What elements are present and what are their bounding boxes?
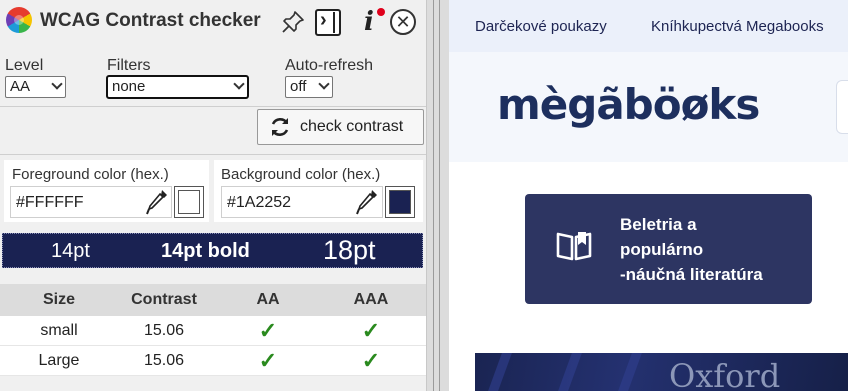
header-size: Size (42, 291, 75, 308)
filters-label: Filters (107, 57, 151, 74)
row-size: small (40, 321, 78, 339)
category-line-3: -náučná literatúra (620, 265, 763, 284)
sidebar-toggle-icon[interactable] (314, 8, 342, 36)
level-select[interactable]: AA (5, 76, 66, 98)
refresh-icon (271, 118, 289, 136)
autorefresh-select-value: off (290, 78, 307, 95)
top-navigation: Darčekové poukazy Kníhkupectvá Megabooks (449, 0, 848, 52)
color-wheel-logo-icon (6, 7, 32, 33)
background-eyedropper-icon[interactable] (355, 188, 379, 216)
category-line-1: Beletria a (620, 215, 697, 234)
pass-check-icon: ✓ (258, 317, 278, 343)
chevron-down-icon (51, 78, 63, 90)
contrast-checker-panel: WCAG Contrast checker i ✕ Level AA Filte… (0, 0, 427, 391)
panel-title: WCAG Contrast checker (40, 10, 261, 31)
contrast-preview: 14pt 14pt bold 18pt (2, 233, 423, 268)
table-row: small 15.06 ✓ ✓ (0, 316, 426, 346)
pass-check-icon: ✓ (258, 347, 278, 373)
header-aaa: AAA (353, 291, 389, 308)
filters-select[interactable]: none (106, 75, 249, 99)
row-size: Large (38, 351, 80, 369)
check-contrast-label: check contrast (300, 118, 404, 135)
check-contrast-button[interactable]: check contrast (257, 109, 424, 145)
row-contrast: 15.06 (143, 351, 185, 369)
notification-dot (377, 8, 385, 16)
table-header: Size Contrast AA AAA (0, 284, 426, 316)
open-book-icon (556, 232, 592, 261)
panel-header: WCAG Contrast checker i ✕ (0, 0, 426, 44)
level-label: Level (5, 57, 44, 74)
category-line-2: populárno (620, 240, 704, 259)
filters-select-value: none (112, 78, 146, 95)
table-row: Large 15.06 ✓ ✓ (0, 346, 426, 376)
category-card[interactable]: Beletria a populárno -náučná literatúra (525, 194, 812, 304)
nav-link-bookstores[interactable]: Kníhkupectvá Megabooks (651, 18, 824, 35)
site-header: mègãböøks (449, 52, 848, 162)
megabooks-logo[interactable]: mègãböøks (497, 80, 760, 129)
preview-14pt: 14pt (51, 240, 90, 262)
foreground-eyedropper-icon[interactable] (145, 188, 169, 216)
foreground-label: Foreground color (hex.) (12, 166, 169, 183)
banner-decoration (558, 353, 582, 391)
pass-check-icon: ✓ (361, 347, 381, 373)
nav-link-gift-vouchers[interactable]: Darčekové poukazy (475, 18, 607, 35)
info-icon[interactable]: i (355, 7, 385, 37)
search-box[interactable] (836, 80, 848, 134)
divider (0, 106, 426, 107)
banner-text: Oxford (669, 357, 781, 391)
background-swatch-color (389, 190, 411, 214)
background-swatch[interactable] (385, 186, 415, 218)
autorefresh-select[interactable]: off (285, 76, 333, 98)
foreground-swatch-color (178, 190, 200, 214)
row-contrast: 15.06 (143, 321, 185, 339)
close-icon[interactable]: ✕ (389, 8, 417, 36)
foreground-swatch[interactable] (174, 186, 204, 218)
results-table: Size Contrast AA AAA small 15.06 ✓ ✓ Lar… (0, 284, 426, 376)
promo-banner[interactable]: Oxford (475, 353, 848, 391)
chevron-down-icon (318, 78, 330, 90)
header-aa: AA (256, 291, 280, 308)
preview-14pt-bold: 14pt bold (161, 240, 250, 262)
autorefresh-label: Auto-refresh (285, 57, 374, 74)
banner-decoration (618, 353, 642, 391)
banner-decoration (488, 353, 512, 391)
website-content: Darčekové poukazy Kníhkupectvá Megabooks… (449, 0, 848, 391)
background-label: Background color (hex.) (221, 166, 381, 183)
level-select-value: AA (10, 78, 31, 95)
chevron-down-icon (233, 78, 245, 90)
panel-resize-splitter[interactable] (427, 0, 449, 391)
pin-icon[interactable] (279, 8, 307, 36)
pass-check-icon: ✓ (361, 317, 381, 343)
header-contrast: Contrast (131, 291, 197, 308)
category-title: Beletria a populárno -náučná literatúra (620, 212, 763, 287)
divider (0, 154, 426, 155)
preview-18pt: 18pt (323, 235, 376, 265)
